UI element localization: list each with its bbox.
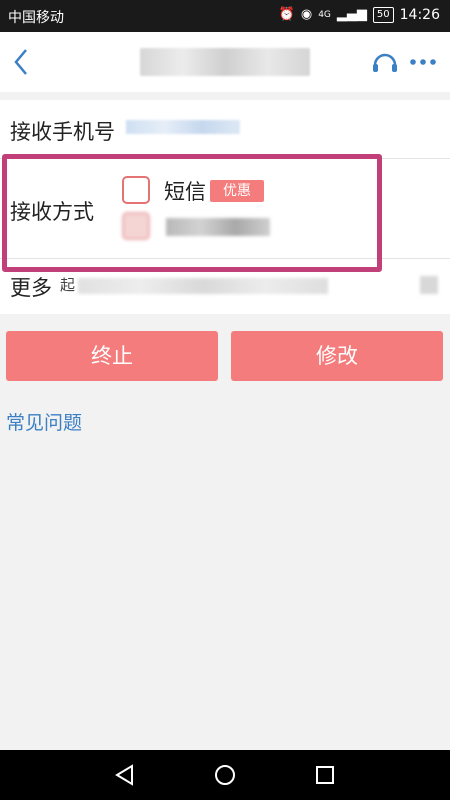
back-button[interactable] [8, 46, 38, 78]
more-prefix: 起 [60, 276, 76, 294]
more-detail-redacted [78, 278, 328, 294]
status-icons: ⏰ ◉ 4G ▂▄▆ 50 14:26 [279, 6, 440, 24]
phone-row: 接收手机号 [0, 100, 450, 159]
nav-back-button[interactable] [110, 760, 140, 790]
highlight-annotation [2, 154, 382, 272]
status-bar: 中国移动 ⏰ ◉ 4G ▂▄▆ 50 14:26 [0, 0, 450, 32]
customer-service-button[interactable] [370, 48, 400, 78]
modify-button[interactable]: 修改 [231, 331, 443, 381]
network-type: 4G [318, 10, 331, 20]
phone-number-redacted [126, 120, 240, 134]
chevron-left-icon [14, 49, 27, 75]
more-label: 更多 [10, 276, 52, 300]
more-arrow-redacted [420, 276, 438, 294]
clock: 14:26 [399, 7, 440, 23]
more-options-button[interactable] [408, 52, 438, 72]
square-recents-icon [316, 766, 334, 784]
circle-home-icon [215, 765, 235, 785]
alarm-icon: ⏰ [278, 7, 295, 22]
battery-indicator: 50 [372, 7, 394, 23]
phone-label: 接收手机号 [10, 120, 115, 144]
system-nav-bar [0, 750, 450, 800]
more-dots-icon [410, 59, 436, 65]
carrier-name: 中国移动 [8, 10, 64, 26]
nav-recents-button[interactable] [310, 760, 340, 790]
eye-icon: ◉ [300, 7, 313, 22]
stop-button[interactable]: 终止 [6, 331, 218, 381]
signal-icon: ▂▄▆ [336, 7, 367, 22]
header-divider [0, 92, 450, 100]
page-title-redacted [140, 48, 310, 76]
headset-icon [373, 53, 397, 72]
triangle-back-icon [115, 764, 133, 786]
faq-link[interactable]: 常见问题 [6, 408, 82, 435]
nav-home-button[interactable] [210, 760, 240, 790]
app-header [0, 32, 450, 92]
